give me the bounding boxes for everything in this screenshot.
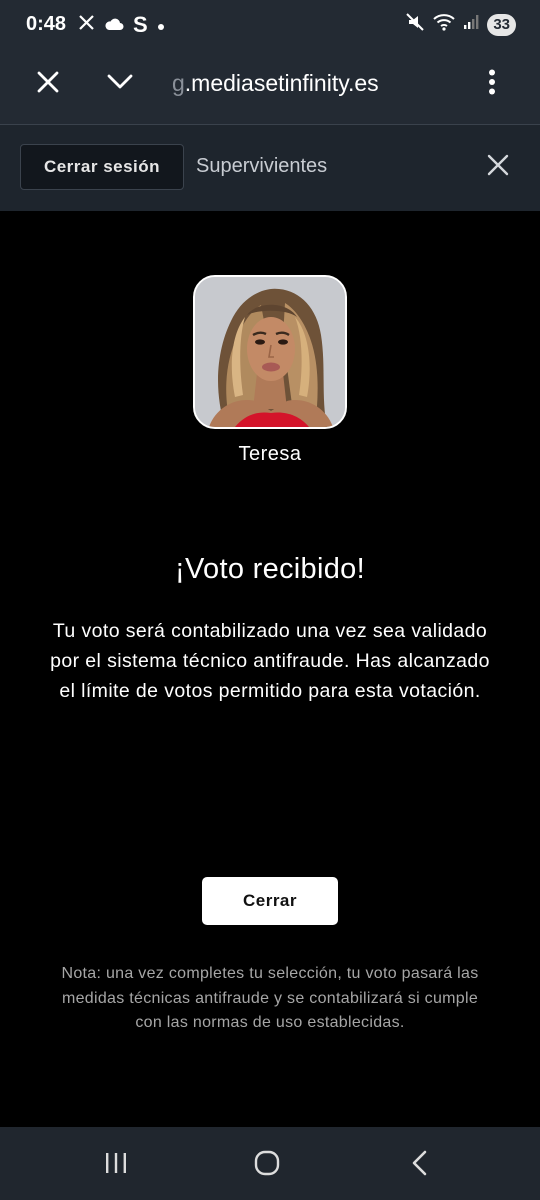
contestant-name: Teresa	[238, 443, 302, 465]
url-domain: .mediasetinfinity.es	[184, 70, 379, 96]
s-app-icon: S	[133, 12, 148, 37]
battery-indicator: 33	[487, 13, 516, 36]
status-time: 0:48	[26, 13, 67, 35]
close-button[interactable]: Cerrar	[202, 877, 338, 925]
vote-confirmation-title: ¡Voto recibido!	[175, 553, 365, 585]
url-display[interactable]: g.mediasetinfinity.es	[172, 70, 379, 97]
contestant-portrait-image	[195, 277, 345, 427]
close-tab-button[interactable]	[30, 66, 66, 102]
logout-button[interactable]: Cerrar sesión	[20, 144, 184, 190]
mute-icon	[405, 12, 425, 37]
browser-toolbar: g.mediasetinfinity.es	[0, 50, 540, 125]
close-icon	[37, 71, 59, 98]
close-page-button[interactable]	[482, 151, 514, 183]
more-options-button[interactable]	[476, 66, 508, 102]
x-app-icon	[78, 14, 95, 37]
page-title: Supervivientes	[196, 155, 328, 177]
back-icon	[411, 1150, 429, 1181]
url-prefix: g	[172, 70, 185, 96]
status-bar: 0:48 S 33	[0, 0, 540, 50]
close-icon	[487, 154, 509, 181]
home-button[interactable]	[247, 1145, 287, 1185]
dot-icon	[157, 14, 165, 37]
back-button[interactable]	[400, 1145, 440, 1185]
page-header: Cerrar sesión Supervivientes	[0, 125, 540, 211]
anti-fraud-note: Nota: una vez completes tu selección, tu…	[61, 965, 479, 1031]
more-vertical-icon	[488, 69, 496, 100]
collapse-button[interactable]	[102, 66, 138, 102]
cloud-icon	[104, 14, 124, 37]
vote-confirmation-message: Tu voto será contabilizado una vez sea v…	[50, 620, 490, 702]
recent-apps-button[interactable]	[96, 1145, 136, 1185]
screen: 0:48 S 33 g.mediasetinfinity.es Cerrar s…	[0, 0, 540, 1200]
signal-icon	[463, 14, 479, 35]
home-icon	[253, 1149, 281, 1182]
chevron-down-icon	[107, 74, 133, 95]
wifi-icon	[433, 13, 455, 36]
status-icons-left: S	[78, 12, 165, 38]
recent-apps-icon	[103, 1151, 129, 1180]
status-icons-right: 33	[405, 12, 516, 37]
system-nav-bar	[0, 1127, 540, 1200]
contestant-avatar	[193, 275, 347, 429]
